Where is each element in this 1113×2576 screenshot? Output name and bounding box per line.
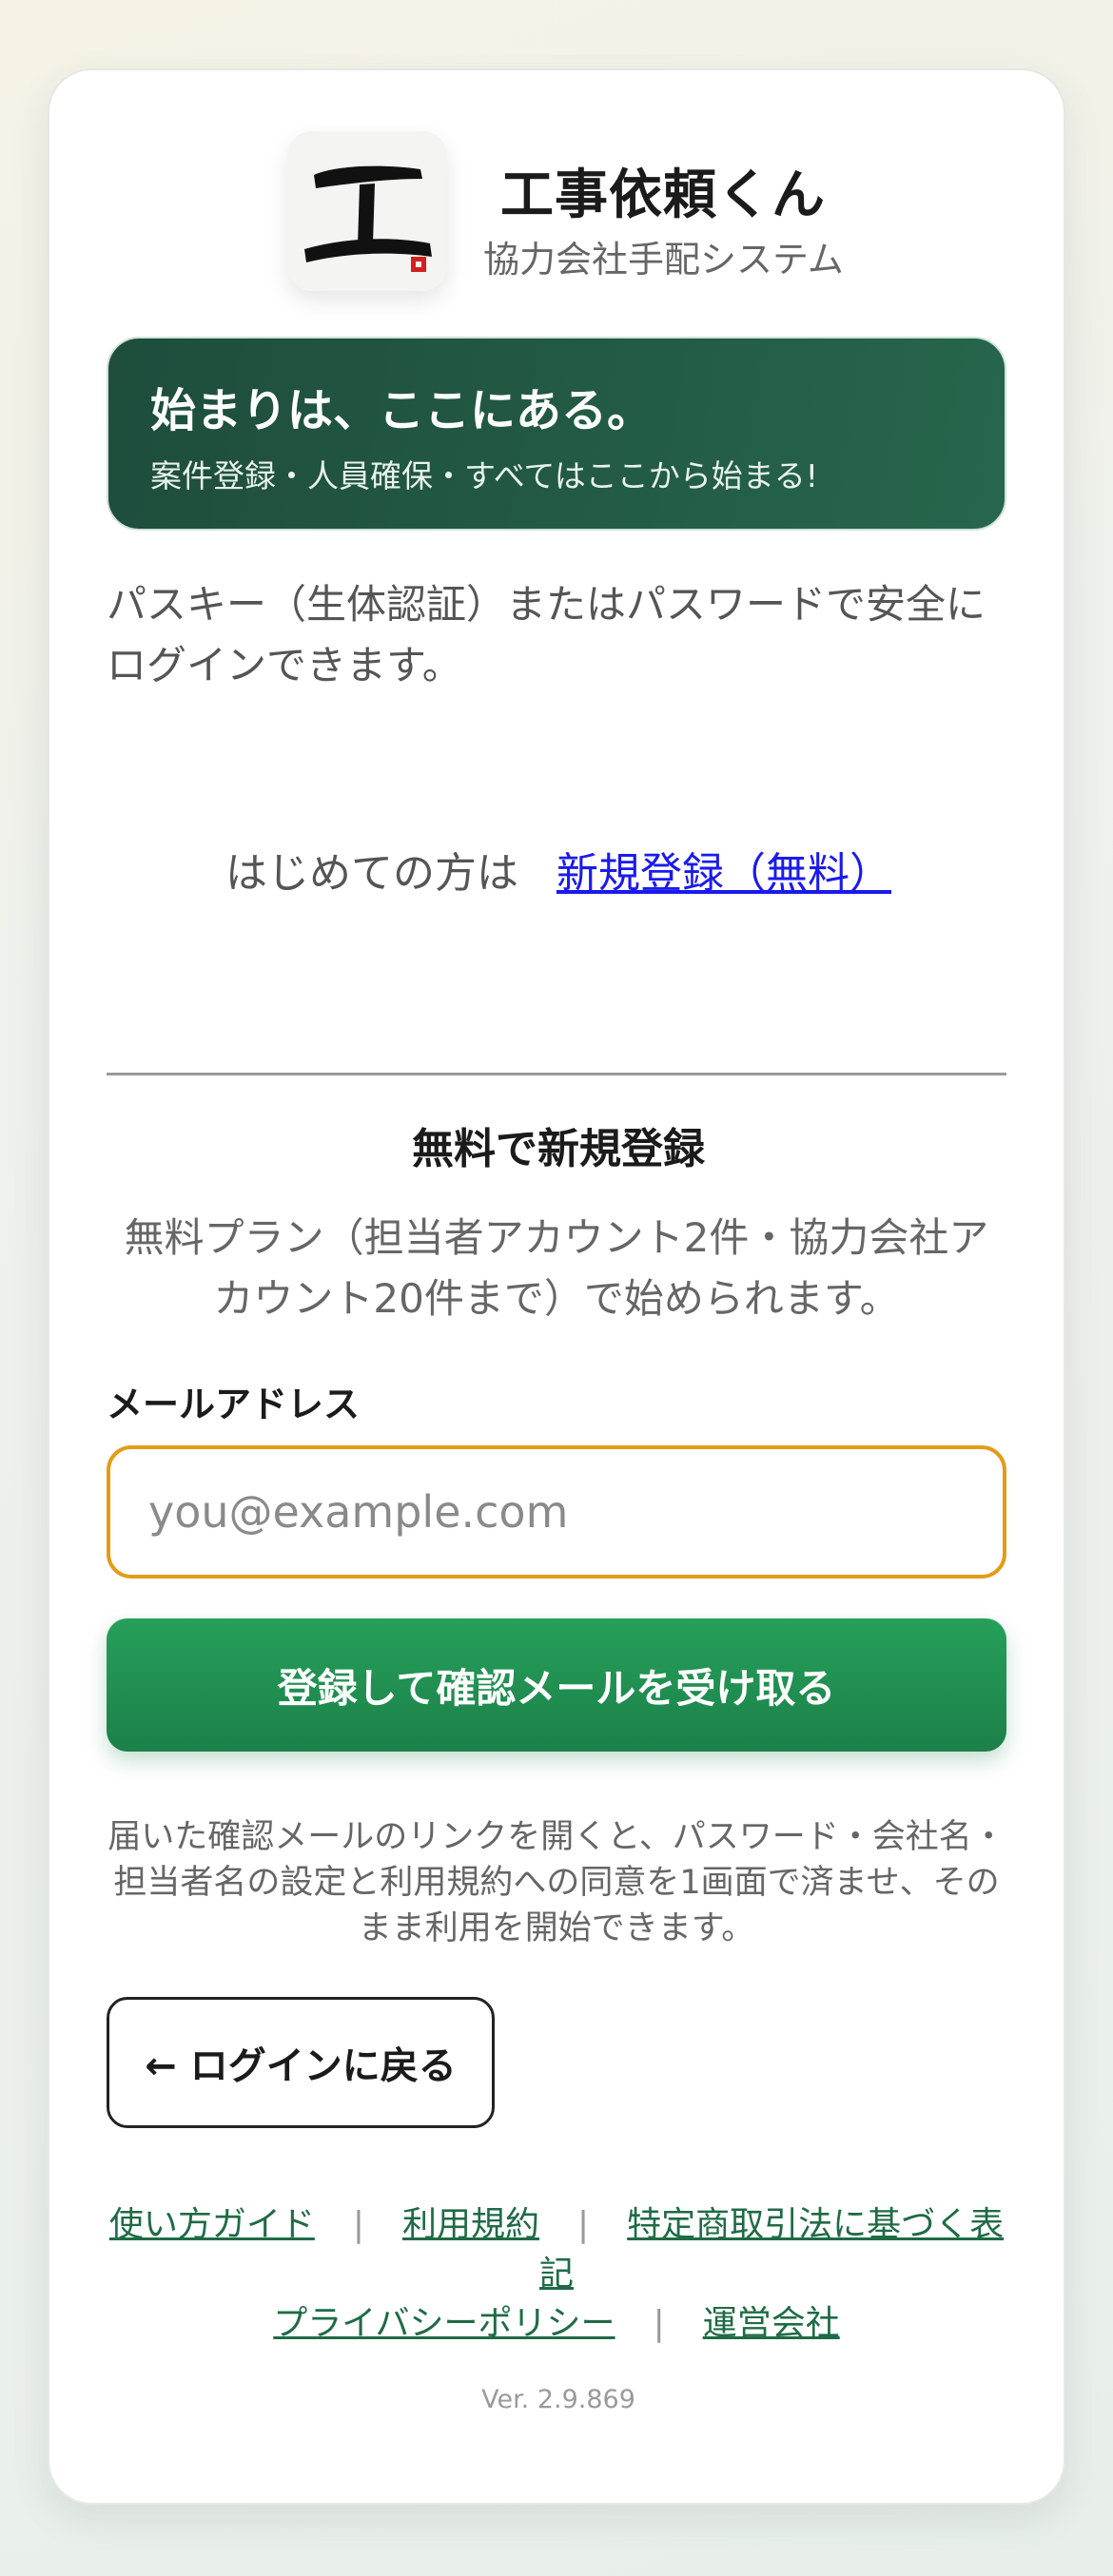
section-divider (107, 1073, 1006, 1075)
email-field[interactable] (107, 1445, 1006, 1579)
first-time-row: はじめての方は 新規登録（無料） (49, 839, 1067, 900)
footer-separator: | (577, 2205, 590, 2244)
app-name: 工事依頼くん (500, 165, 826, 226)
brand-header: 工事依頼くん 協力会社手配システム (287, 131, 858, 293)
register-submit-button[interactable]: 登録して確認メールを受け取る (107, 1618, 1006, 1752)
login-intro-text: パスキー（生体認証）またはパスワードで安全にログインできます。 (107, 581, 986, 688)
kou-logo-icon (287, 131, 447, 291)
hero-title: 始まりは、ここにある。 (150, 384, 654, 437)
version-label: Ver. 2.9.869 (481, 2385, 635, 2414)
hero-banner: 始まりは、ここにある。 案件登録・人員確保・すべてはここから始まる! (107, 337, 1006, 531)
register-description: 無料プラン（担当者アカウント2件・協力会社アカウント20件まで）で始められます。 (124, 1214, 989, 1322)
app-logo (287, 131, 447, 291)
first-time-prefix: はじめての方は (225, 849, 518, 898)
footer-separator: | (653, 2304, 665, 2343)
footer-link-company[interactable]: 運営会社 (703, 2304, 840, 2343)
hero-subtitle: 案件登録・人員確保・すべてはここから始まる! (150, 457, 818, 494)
back-to-login-button[interactable]: ← ログインに戻る (107, 1997, 495, 2128)
email-label: メールアドレス (107, 1384, 361, 1425)
footer-separator: | (352, 2205, 364, 2244)
register-title: 無料で新規登録 (412, 1125, 705, 1173)
app-subtitle: 協力会社手配システム (483, 239, 844, 281)
footer-link-commerce-law[interactable]: 特定商取引法に基づく表記 (539, 2205, 1004, 2294)
footer-link-terms[interactable]: 利用規約 (402, 2205, 539, 2244)
register-note: 届いた確認メールのリンクを開くと、パスワード・会社名・担当者名の設定と利用規約へ… (107, 1818, 1006, 1947)
footer-link-guide[interactable]: 使い方ガイド (109, 2205, 315, 2244)
signup-link[interactable]: 新規登録（無料） (556, 849, 891, 898)
footer-link-privacy[interactable]: プライバシーポリシー (273, 2304, 615, 2343)
signup-card: 工事依頼くん 協力会社手配システム 始まりは、ここにある。 案件登録・人員確保・… (48, 68, 1065, 2505)
footer-links: 使い方ガイド | 利用規約 | 特定商取引法に基づく表記 プライバシーポリシー | 運営会社 (107, 2200, 1006, 2349)
